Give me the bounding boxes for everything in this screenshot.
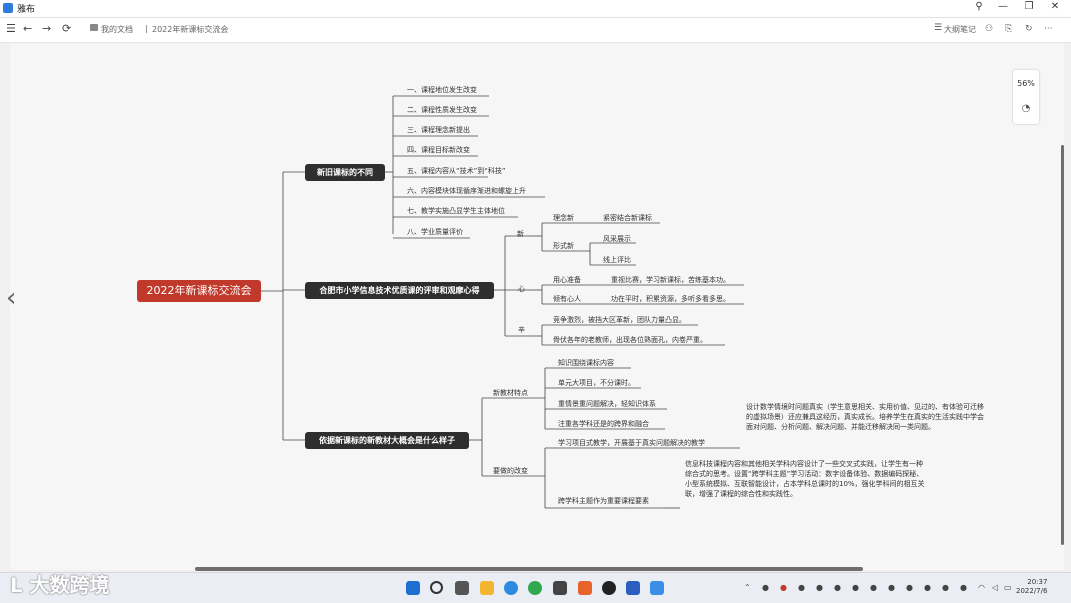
b1-item-7[interactable]: 七、教学实施凸显学生主体地位 [407, 207, 505, 216]
tray-icon-5[interactable]: ● [834, 583, 841, 592]
horizontal-scrollbar[interactable] [195, 567, 863, 571]
b3-change-project[interactable]: 学习项目式教学，开展基于真实问题解决的教学 [558, 439, 705, 448]
tray-icon-10[interactable]: ● [942, 583, 949, 592]
branch-new-textbook[interactable]: 依据新课标的新教材大概会是什么样子 [305, 432, 469, 449]
b2-heart-attentive-detail[interactable]: 功在平时，积累资源，多听多看多思。 [611, 295, 730, 304]
browser-icon[interactable] [528, 581, 542, 595]
b3-feature-2[interactable]: 单元大项目，不分课时。 [558, 379, 635, 388]
app-icon-2[interactable] [578, 581, 592, 595]
tray-icon-9[interactable]: ● [924, 583, 931, 592]
watermark-icon: ᒪ [10, 573, 23, 597]
palette-icon[interactable]: ◔ [1013, 103, 1039, 114]
app-icon-1[interactable] [553, 581, 567, 595]
b3-feature-1[interactable]: 知识围绕课标内容 [558, 359, 614, 368]
task-view-icon[interactable] [455, 581, 469, 595]
tray-icon-11[interactable]: ● [960, 583, 967, 592]
b2-heart-prepare[interactable]: 用心准备 [553, 276, 581, 285]
clock-time: 20:37 [1027, 578, 1048, 586]
b3-change-cross-note[interactable]: 信息科技课程内容和其他相关学科内容设计了一些交叉式实践，让学生有一种综合式的思考… [685, 459, 925, 499]
watermark-text: 大数跨境 [29, 573, 110, 597]
clock-date: 2022/7/6 [1016, 587, 1048, 595]
b2-new[interactable]: 新 [517, 230, 524, 239]
b2-hard-item-2[interactable]: 骨伏各年的老教师，出现各位熟面孔，内卷严重。 [553, 336, 707, 345]
b2-hard[interactable]: 辛 [518, 326, 525, 335]
vertical-scrollbar[interactable] [1061, 145, 1064, 545]
tray-icon-6[interactable]: ● [852, 583, 859, 592]
b3-feature-4[interactable]: 注重各学科还是的跨界和融合 [558, 420, 649, 429]
b2-new-form-online[interactable]: 线上评比 [603, 256, 631, 265]
b3-feature-3[interactable]: 重情景重问题解决，轻知识体系 [558, 400, 656, 409]
b1-item-5[interactable]: 五、课程内容从“技术”到“科技” [407, 167, 506, 176]
b1-item-4[interactable]: 四、课程目标新改变 [407, 146, 470, 155]
b1-item-2[interactable]: 二、课程性质发生改变 [407, 106, 477, 115]
qq-icon[interactable] [602, 581, 616, 595]
b2-hard-item-1[interactable]: 竞争激烈，被挡大区革新，团队力量凸显。 [553, 316, 686, 325]
file-explorer-icon[interactable] [480, 581, 494, 595]
b3-features[interactable]: 新教材特点 [493, 389, 528, 398]
b2-new-form-showcase[interactable]: 风采展示 [603, 235, 631, 244]
wifi-icon[interactable]: ◠ [978, 583, 985, 592]
b3-change-cross[interactable]: 跨学科主题作为重要课程要素 [558, 497, 649, 506]
b3-change-project-note[interactable]: 设计数学情境时问题真实（学生意思相关、实用价值、见过的、有体验可迁移的虚拟场景）… [746, 402, 986, 432]
tray-icon-8[interactable]: ● [888, 583, 895, 592]
tray-icon-7[interactable]: ● [870, 583, 877, 592]
b2-new-concept-detail[interactable]: 紧密结合新课标 [603, 214, 652, 223]
mindmap-app-icon[interactable] [650, 581, 664, 595]
tray-icon-3[interactable]: ● [798, 583, 805, 592]
tray-icon-2[interactable]: ● [780, 583, 787, 592]
b2-heart[interactable]: 心 [518, 285, 525, 294]
tray-icon-1[interactable]: ● [762, 583, 769, 592]
zoom-level[interactable]: 56% [1013, 79, 1039, 88]
mindmap-root[interactable]: 2022年新课标交流会 [137, 280, 261, 302]
branch-old-new-differences[interactable]: 新旧课标的不同 [305, 164, 385, 181]
word-icon[interactable] [626, 581, 640, 595]
b2-heart-prepare-detail[interactable]: 重视比赛，学习新课标，苦练基本功。 [611, 276, 730, 285]
b3-changes[interactable]: 要做的改变 [493, 467, 528, 476]
clock[interactable]: 20:37 2022/7/6 [1016, 578, 1047, 596]
b2-new-form[interactable]: 形式新 [553, 242, 574, 251]
edge-icon[interactable] [504, 581, 518, 595]
watermark-logo: ᒪ 大数跨境 [10, 569, 110, 598]
branch-evaluation-insights[interactable]: 合肥市小学信息技术优质课的评审和观摩心得 [305, 282, 494, 299]
b1-item-6[interactable]: 六、内容模块体现循序渐进和螺旋上升 [407, 187, 526, 196]
zoom-panel: 56% ◔ [1013, 70, 1039, 124]
search-icon[interactable] [430, 581, 443, 594]
volume-icon[interactable]: ◁ [992, 583, 998, 592]
microphone-icon[interactable]: ● [906, 583, 913, 592]
b2-new-concept[interactable]: 理念新 [553, 214, 574, 223]
b1-item-3[interactable]: 三、课程理念新提出 [407, 126, 470, 135]
start-icon[interactable] [406, 581, 420, 595]
battery-icon[interactable]: ▭ [1004, 583, 1012, 592]
tray-icon-4[interactable]: ● [816, 583, 823, 592]
tray-chevron-icon[interactable]: ⌃ [744, 583, 751, 592]
windows-taskbar: ⌃ ● ● ● ● ● ● ● ● ● ● ● ● ◠ ◁ ▭ 20:37 20… [0, 572, 1071, 603]
b1-item-1[interactable]: 一、课程地位发生改变 [407, 86, 477, 95]
b1-item-8[interactable]: 八、学业质量评价 [407, 228, 463, 237]
b2-heart-attentive[interactable]: 倾有心人 [553, 295, 581, 304]
